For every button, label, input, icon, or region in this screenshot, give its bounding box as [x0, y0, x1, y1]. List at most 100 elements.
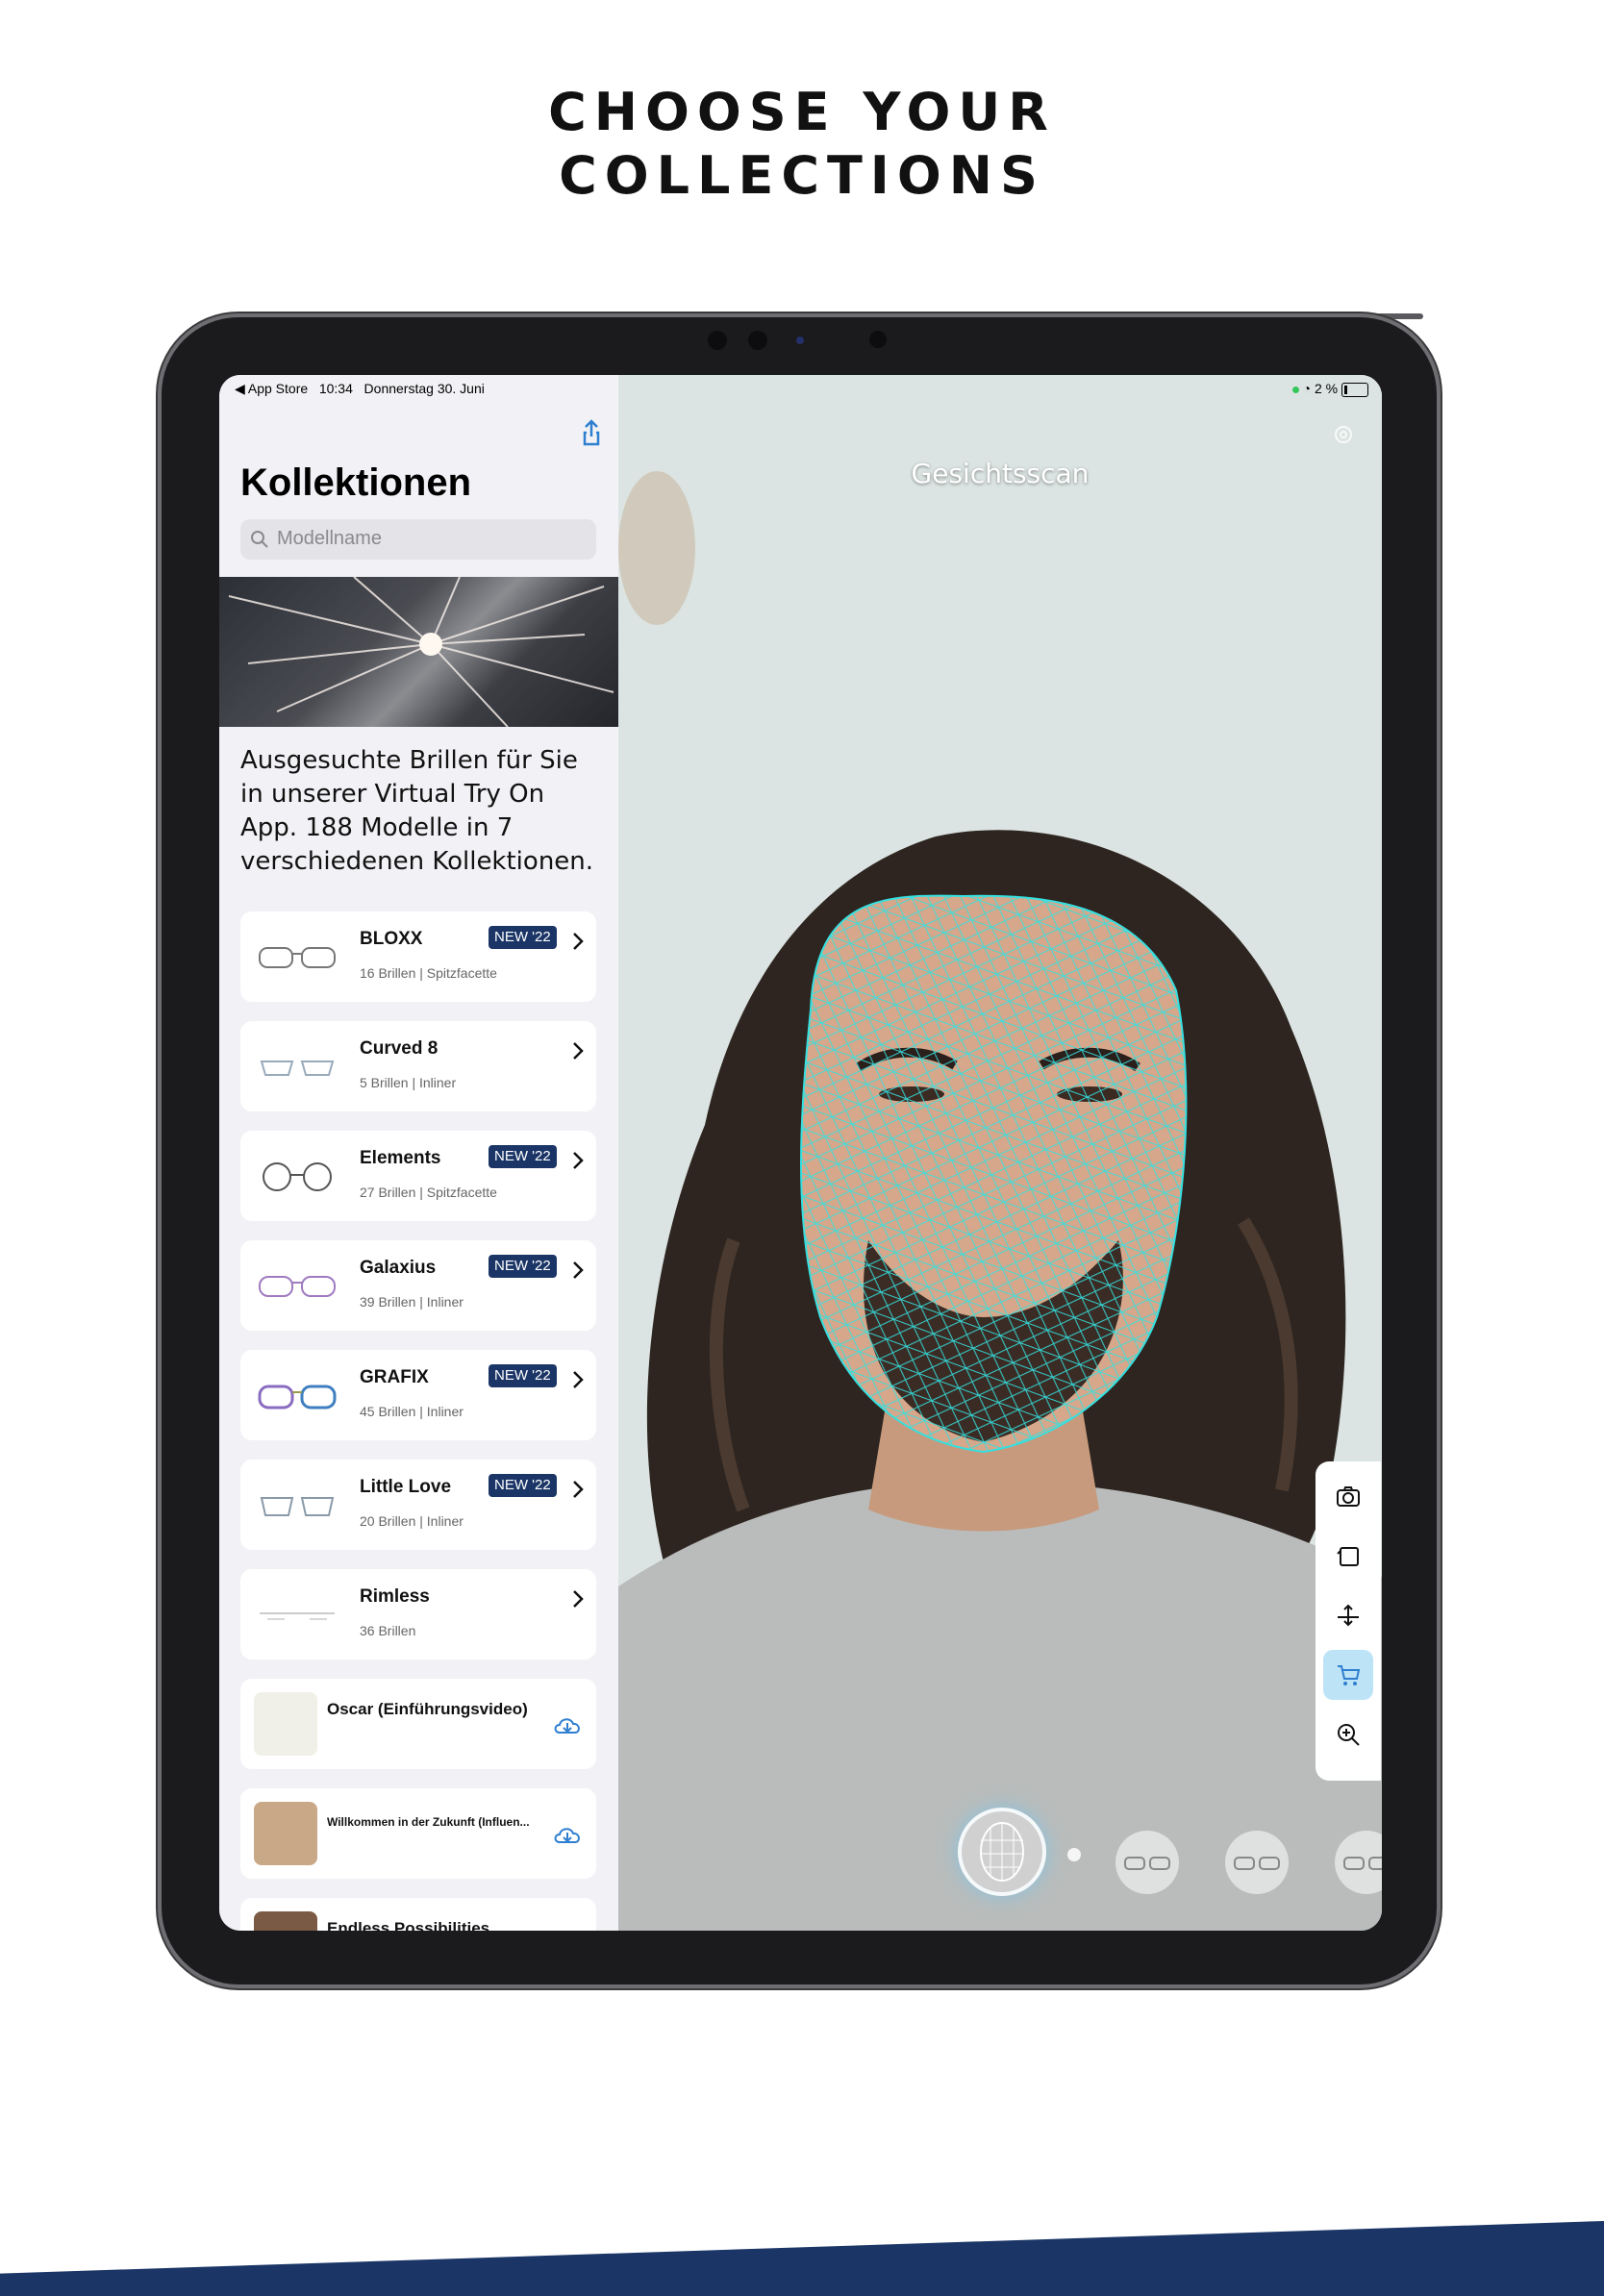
collection-item-rimless[interactable]: Rimless 36 Brillen [240, 1569, 596, 1660]
measure-button[interactable] [1323, 1590, 1373, 1640]
battery-icon [1341, 382, 1368, 397]
collection-meta: 27 Brillen | Spitzfacette [360, 1185, 497, 1200]
status-bar-right: ◔ 2 % [1291, 381, 1368, 397]
frame-option-3[interactable] [1335, 1831, 1382, 1894]
wifi-icon: ◔ [1302, 381, 1312, 396]
collection-name: Curved 8 [360, 1038, 439, 1059]
cloud-download-icon[interactable] [552, 1823, 583, 1848]
face-mesh-icon [980, 1822, 1024, 1882]
glasses-icon [1343, 1857, 1382, 1870]
video-name: Oscar (Einführungsvideo) [327, 1700, 528, 1718]
search-placeholder: Modellname [277, 528, 382, 549]
headline-line-1: CHOOSE YOUR [548, 82, 1056, 142]
status-date: Donnerstag 30. Juni [363, 381, 485, 396]
chevron-right-icon [573, 1590, 584, 1608]
glasses-thumbnail [260, 1497, 335, 1516]
glasses-thumbnail [263, 1162, 332, 1191]
video-thumbnail [254, 1802, 317, 1865]
frame-option-2[interactable] [1225, 1831, 1289, 1894]
video-item-endless[interactable]: Endless Possibilities [240, 1898, 596, 1931]
collections-sidebar: ◀ App Store 10:34 Donnerstag 30. Juni Ko… [219, 375, 618, 1931]
video-item-willkommen[interactable]: Willkommen in der Zukunft (Influen... [240, 1788, 596, 1879]
video-thumbnail [254, 1911, 317, 1931]
glasses-thumbnail [259, 1276, 336, 1297]
collection-item-grafix[interactable]: GRAFIX NEW '22 45 Brillen | Inliner [240, 1350, 596, 1440]
camera-toolbar [1316, 1461, 1381, 1781]
chevron-right-icon [573, 1371, 584, 1388]
collection-meta: 16 Brillen | Spitzfacette [360, 965, 497, 981]
battery-percent: 2 % [1314, 381, 1339, 396]
mic-indicator [1291, 387, 1299, 393]
glasses-icon [1124, 1857, 1170, 1870]
ambient-sensor [869, 331, 887, 348]
camera-view: Gesichtsscan [618, 375, 1382, 1931]
collection-name: Rimless [360, 1586, 430, 1607]
rotate-button[interactable] [1323, 1531, 1373, 1581]
video-item-oscar[interactable]: Oscar (Einführungsvideo) [240, 1679, 596, 1769]
collection-name: Little Love [360, 1477, 452, 1497]
frame-option-1[interactable] [1115, 1831, 1179, 1894]
collection-item-galaxius[interactable]: Galaxius NEW '22 39 Brillen | Inliner [240, 1240, 596, 1331]
status-time: 10:34 [318, 381, 353, 396]
collection-name: Elements [360, 1148, 441, 1168]
page-title: Kollektionen [240, 462, 472, 504]
measure-icon [1338, 1604, 1359, 1627]
collection-name: GRAFIX [360, 1367, 429, 1387]
chevron-right-icon [573, 1042, 584, 1060]
rotate-icon [1337, 1547, 1359, 1566]
glasses-thumbnail [260, 1612, 335, 1620]
back-to-app-store[interactable]: ◀ App Store [235, 381, 308, 396]
face-scan-button[interactable] [962, 1811, 1042, 1892]
collection-item-curved-8[interactable]: Curved 8 5 Brillen | Inliner [240, 1021, 596, 1111]
collection-name: Galaxius [360, 1258, 437, 1278]
new-badge: NEW '22 [489, 1145, 557, 1168]
ipad-screen: Gesichtsscan ◀ App Store 10:34 Donnersta… [219, 375, 1382, 1931]
cloud-download-icon[interactable] [552, 1713, 583, 1738]
chevron-right-icon [573, 1481, 584, 1498]
camera-scene [618, 375, 1382, 1931]
carousel-indicator [1067, 1848, 1081, 1861]
bottom-brand-band [0, 2221, 1604, 2296]
collection-meta: 36 Brillen [360, 1623, 416, 1638]
intro-text: Ausgesuchte Brillen für Sie in unserer V… [240, 746, 594, 876]
camera-led [796, 337, 804, 344]
video-name: Willkommen in der Zukunft (Influen... [327, 1815, 530, 1829]
new-badge: NEW '22 [489, 1474, 557, 1497]
camera-icon [1337, 1486, 1360, 1507]
chevron-right-icon [573, 1152, 584, 1169]
new-badge: NEW '22 [489, 1255, 557, 1278]
chevron-right-icon [573, 1261, 584, 1279]
collection-meta: 39 Brillen | Inliner [360, 1294, 464, 1310]
collection-item-bloxx[interactable]: BLOXX NEW '22 16 Brillen | Spitzfacette [240, 911, 596, 1002]
settings-icon[interactable] [1332, 423, 1355, 446]
glasses-thumbnail [260, 1061, 335, 1076]
collection-meta: 45 Brillen | Inliner [360, 1404, 464, 1419]
new-badge: NEW '22 [489, 926, 557, 949]
page-headline: CHOOSE YOUR COLLECTIONS [0, 81, 1604, 208]
video-name: Endless Possibilities [327, 1919, 490, 1931]
camera-mode-title: Gesichtsscan [911, 458, 1090, 489]
new-badge: NEW '22 [489, 1364, 557, 1387]
capture-button[interactable] [1323, 1471, 1373, 1521]
search-icon [251, 531, 268, 548]
sparks-image [228, 577, 614, 727]
collection-meta: 20 Brillen | Inliner [360, 1513, 464, 1529]
hero-image [219, 577, 618, 727]
status-bar-left: ◀ App Store 10:34 Donnerstag 30. Juni [235, 381, 485, 397]
glasses-thumbnail [258, 1385, 337, 1410]
collection-item-little-love[interactable]: Little Love NEW '22 20 Brillen | Inliner [240, 1460, 596, 1550]
collection-name: BLOXX [360, 929, 423, 949]
headline-line-2: COLLECTIONS [559, 145, 1045, 206]
collection-meta: 5 Brillen | Inliner [360, 1075, 457, 1090]
share-icon[interactable] [579, 417, 604, 448]
search-input[interactable]: Modellname [240, 519, 596, 560]
collection-item-elements[interactable]: Elements NEW '22 27 Brillen | Spitzfacet… [240, 1131, 596, 1221]
video-thumbnail [254, 1692, 317, 1756]
front-camera [708, 331, 727, 350]
glasses-thumbnail [259, 947, 336, 968]
glasses-icon [1234, 1857, 1280, 1870]
zoom-button[interactable] [1323, 1710, 1373, 1759]
cart-icon [1338, 1665, 1361, 1685]
cart-button[interactable] [1323, 1650, 1373, 1700]
zoom-in-icon [1338, 1724, 1360, 1746]
